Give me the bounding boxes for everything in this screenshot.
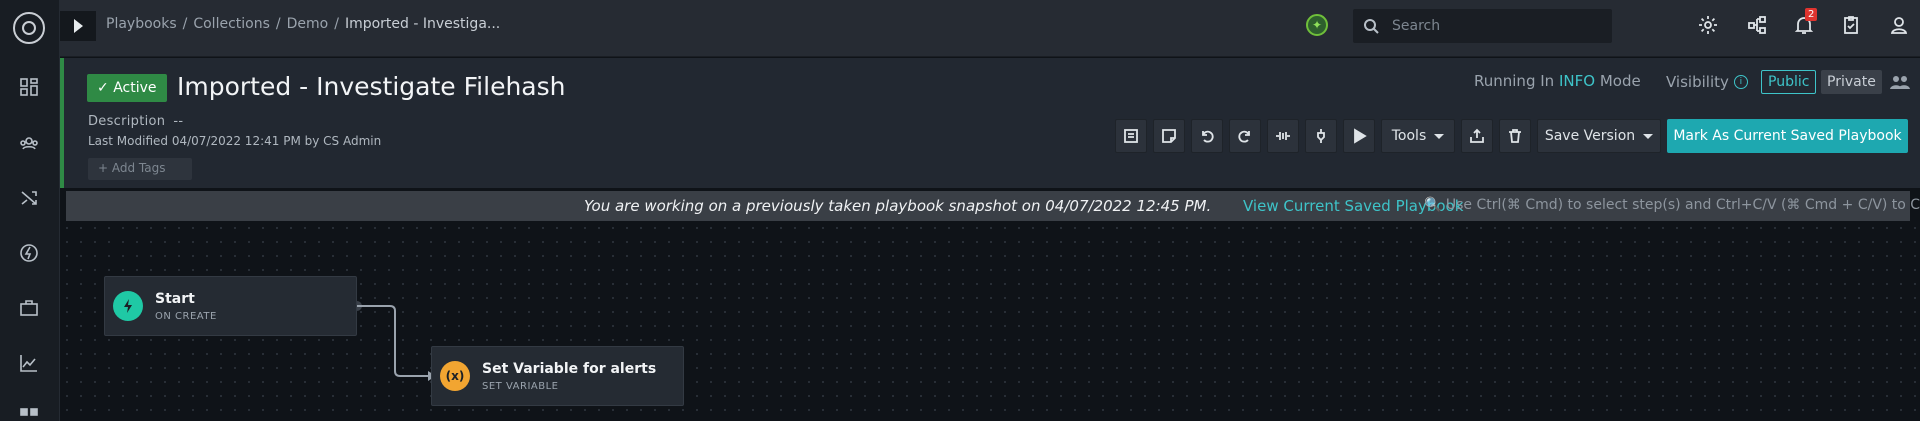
left-rail [0,0,60,421]
running-mode-text: Running In INFO Mode [1474,72,1641,90]
plug-icon [1317,129,1325,143]
user-profile-icon[interactable] [1888,14,1910,36]
analytics-icon[interactable] [18,352,40,374]
playbook-header: ✓ Active Imported - Investigate Filehash… [60,58,1920,188]
team-icon[interactable] [1890,72,1910,92]
search-icon [1364,19,1379,34]
bolt-icon [113,291,143,321]
snapshot-banner: You are working on a previously taken pl… [66,191,1920,221]
redo-button[interactable] [1229,119,1261,153]
breadcrumb-current: Imported - Investiga... [344,16,501,32]
tools-label: Tools [1391,128,1427,144]
top-bar: Playbooks / Collections / Demo / Importe… [60,0,1920,57]
node-set-variable[interactable]: (x) Set Variable for alerts SET VARIABLE [431,346,684,406]
breadcrumb-item-collections[interactable]: Collections [193,16,270,32]
page-title[interactable]: Imported - Investigate Filehash [177,72,566,101]
debug-button[interactable] [1267,119,1299,153]
playbook-canvas[interactable]: Start ON CREATE (x) Set Variable for ale… [60,221,1920,421]
breadcrumb: Playbooks / Collections / Demo / Importe… [106,16,500,32]
add-tags-input[interactable]: + Add Tags [88,158,192,180]
export-button[interactable] [1461,119,1493,153]
breadcrumb-item-demo[interactable]: Demo [287,16,329,32]
mode-suffix: Mode [1599,72,1641,90]
notifications-bell-icon[interactable]: 2 [1793,8,1818,36]
copy-paste-hint-text: Use Ctrl(⌘ Cmd) to select step(s) and Ct… [1445,197,1920,213]
undo-button[interactable] [1191,119,1223,153]
shuffle-icon[interactable] [18,187,40,209]
search-input[interactable]: Search [1353,9,1612,43]
mark-as-current-button[interactable]: Mark As Current Saved Playbook [1667,119,1908,153]
copy-paste-hint: 🔍 Use Ctrl(⌘ Cmd) to select step(s) and … [1424,197,1920,213]
save-version-dropdown[interactable]: Save Version [1537,119,1661,153]
undo-icon [1202,130,1214,143]
tools-dropdown[interactable]: Tools [1381,119,1455,153]
system-status-icon[interactable]: ✦ [1306,14,1328,36]
play-icon [1354,128,1367,144]
settings-gear-icon[interactable] [1697,14,1719,36]
visibility-private-button[interactable]: Private [1821,70,1882,94]
run-button[interactable] [1343,119,1375,153]
chevron-down-icon [1643,133,1654,139]
variable-icon: (x) [440,361,470,391]
expand-sidebar-button[interactable] [60,11,96,41]
delete-button[interactable] [1499,119,1531,153]
save-version-label: Save Version [1544,128,1636,144]
breadcrumb-separator: / [334,16,339,32]
mode-value[interactable]: INFO [1559,72,1595,90]
visibility-text: Visibility [1666,73,1729,91]
debug-icon [1276,132,1290,140]
library-icon [1124,129,1138,143]
node-start[interactable]: Start ON CREATE [104,276,357,336]
notification-count-badge: 2 [1805,8,1818,21]
breadcrumb-item-playbooks[interactable]: Playbooks [106,16,177,32]
status-badge[interactable]: ✓ Active [87,74,167,102]
playbook-toolbar: Tools Save Version Mark As Current Saved… [64,119,1920,153]
note-button[interactable] [1153,119,1185,153]
export-icon [1470,128,1484,143]
trash-icon [1509,129,1521,143]
chevron-down-icon [1434,133,1445,139]
automation-icon[interactable] [18,242,40,264]
app-logo-icon[interactable] [13,12,45,44]
visibility-public-button[interactable]: Public [1761,70,1817,94]
apps-icon[interactable] [18,406,40,421]
node-name: Set Variable for alerts [482,361,657,377]
info-icon[interactable]: i [1733,75,1748,89]
visibility-label: Visibility i [1666,73,1748,91]
search-placeholder: Search [1392,18,1441,34]
breadcrumb-separator: / [182,16,188,32]
breadcrumb-separator: / [275,16,281,32]
status-label: Active [113,80,157,96]
workflow-icon[interactable] [1746,14,1768,36]
dashboard-icon[interactable] [18,76,40,98]
step-library-button[interactable] [1115,119,1147,153]
tasks-clipboard-icon[interactable] [1840,14,1862,36]
mode-prefix: Running In [1474,72,1555,90]
redo-icon [1238,130,1250,143]
briefcase-icon[interactable] [18,297,40,319]
node-name: Start [155,291,195,307]
node-type: ON CREATE [155,311,217,322]
trigger-button[interactable] [1305,119,1337,153]
node-type: SET VARIABLE [482,381,559,392]
incidents-icon[interactable] [18,132,40,154]
snapshot-message: You are working on a previously taken pl… [584,197,1212,215]
note-icon [1162,129,1176,143]
